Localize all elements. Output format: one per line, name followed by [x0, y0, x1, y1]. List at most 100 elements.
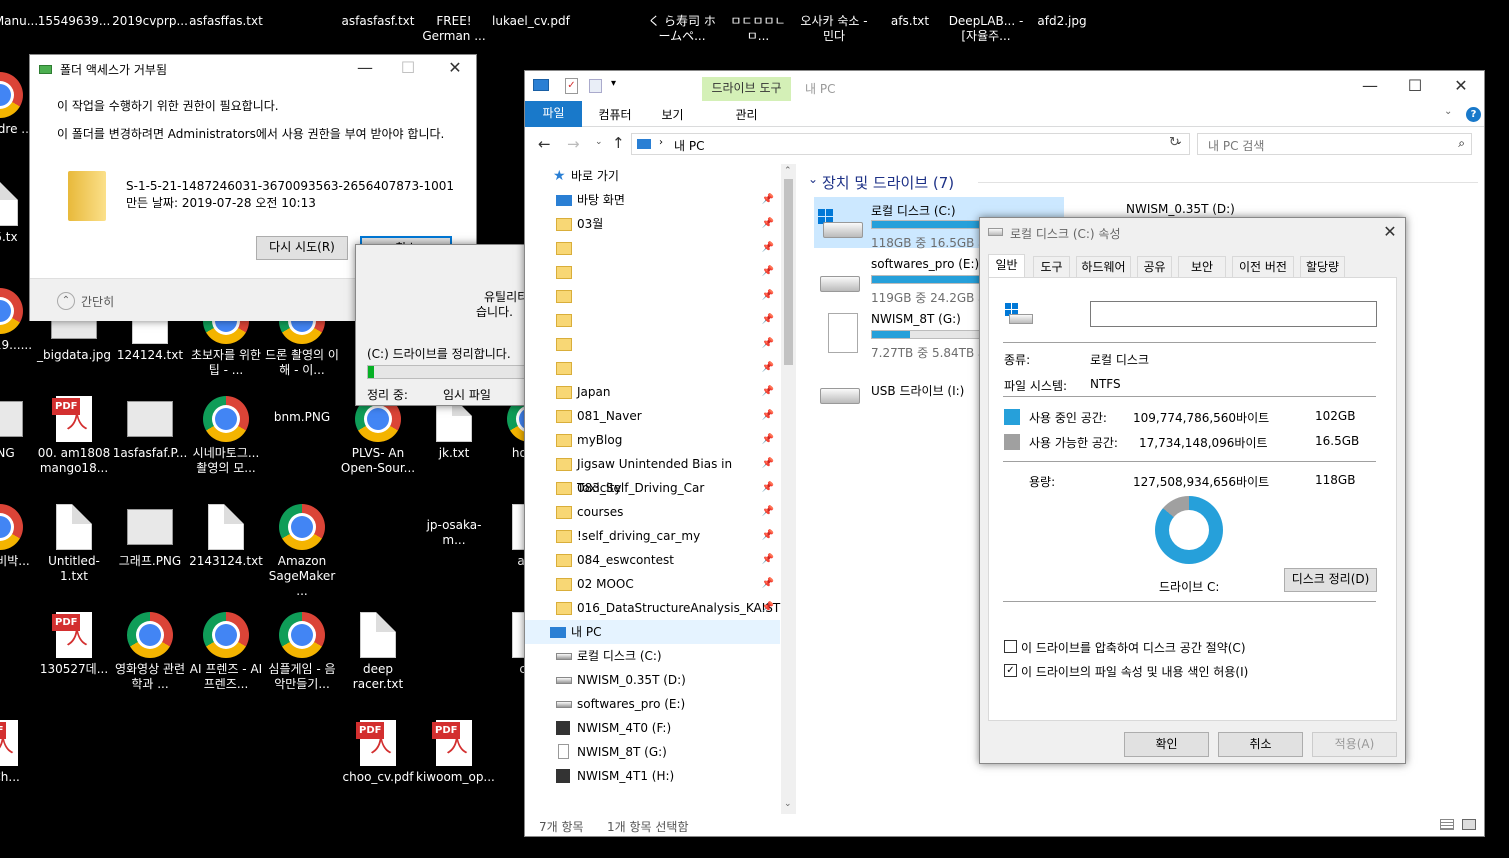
- desktop-icon[interactable]: jp-osaka-m...: [416, 518, 492, 548]
- nav-item[interactable]: 016_DataStructureAnalysis_KAIST 📌: [525, 596, 780, 620]
- properties-tab[interactable]: 하드웨어: [1076, 256, 1131, 277]
- pin-icon[interactable]: 📌: [762, 548, 774, 572]
- tab-view[interactable]: 보기: [645, 106, 700, 123]
- search-icon[interactable]: ⌕: [1458, 136, 1465, 151]
- nav-item[interactable]: 02 MOOC 📌: [525, 572, 780, 596]
- disk-cleanup-button[interactable]: 디스크 정리(D): [1284, 568, 1377, 592]
- refresh-icon[interactable]: ↻: [1169, 135, 1180, 150]
- pin-icon[interactable]: 📌: [762, 188, 774, 212]
- nav-item[interactable]: NWISM_8T (G:): [525, 740, 780, 764]
- nav-item[interactable]: 📌: [525, 356, 780, 380]
- pin-icon[interactable]: 📌: [762, 596, 774, 620]
- nav-item[interactable]: 📌: [525, 260, 780, 284]
- less-details-link[interactable]: 간단히: [81, 293, 114, 310]
- desktop-icon[interactable]: lukael_cv.pdf: [492, 14, 570, 29]
- pin-icon[interactable]: 📌: [762, 452, 774, 476]
- nav-item[interactable]: Jigsaw Unintended Bias in Toxicity 📌: [525, 452, 780, 495]
- group-header[interactable]: 장치 및 드라이브 (7): [822, 172, 954, 193]
- desktop-icon[interactable]: FREE! German ...: [416, 14, 492, 44]
- pin-icon[interactable]: 📌: [762, 356, 774, 380]
- pin-icon[interactable]: 📌: [762, 500, 774, 524]
- desktop-icon[interactable]: PLVS- An Open-Sour...: [340, 396, 416, 476]
- pin-icon[interactable]: 📌: [762, 404, 774, 428]
- desktop-icon[interactable]: 심플게임 - 음악만들기...: [264, 612, 340, 692]
- nav-item[interactable]: 084_eswcontest 📌: [525, 548, 780, 572]
- close-button[interactable]: ✕: [1446, 71, 1476, 101]
- properties-tab[interactable]: 이전 버전: [1232, 256, 1294, 277]
- scroll-thumb[interactable]: [784, 179, 793, 365]
- desktop-icon[interactable]: PDF人 s_Ch...: [0, 720, 38, 785]
- desktop-icon[interactable]: asfasffas.txt: [188, 14, 264, 29]
- desktop-icon[interactable]: 그래프.PNG: [112, 504, 188, 569]
- close-button[interactable]: ✕: [440, 53, 470, 83]
- desktop-icon[interactable]: ㅁㄷㅁㅁㄴㅁ...: [720, 14, 796, 44]
- pin-icon[interactable]: 📌: [762, 308, 774, 332]
- tab-file[interactable]: 파일: [525, 101, 582, 127]
- nav-item[interactable]: Japan 📌: [525, 380, 780, 404]
- properties-tab[interactable]: 공유: [1137, 256, 1172, 277]
- desktop-icon[interactable]: afs.txt: [872, 14, 948, 29]
- desktop-icon[interactable]: PDF 人 choo_cv.pdf: [340, 720, 416, 785]
- desktop-icon[interactable]: 시네마토그... 촬영의 모...: [188, 396, 264, 476]
- properties-tab[interactable]: 일반: [988, 254, 1025, 278]
- breadcrumb-chevron-icon[interactable]: ›: [659, 137, 663, 148]
- new-folder-icon[interactable]: [589, 79, 602, 93]
- details-view-icon[interactable]: [1440, 819, 1454, 830]
- nav-item[interactable]: courses 📌: [525, 500, 780, 524]
- nav-item[interactable]: 083_Self_Driving_Car 📌: [525, 476, 780, 500]
- desktop-icon[interactable]: afd2.jpg: [1024, 14, 1100, 29]
- nav-item[interactable]: ★ 바로 가기: [525, 164, 780, 188]
- desktop-icon[interactable]: く ら寿司 ホームペ...: [644, 14, 720, 44]
- retry-button[interactable]: 다시 시도(R): [256, 236, 348, 260]
- pin-icon[interactable]: 📌: [762, 236, 774, 260]
- nav-item[interactable]: 로컬 디스크 (C:): [525, 644, 780, 668]
- properties-icon[interactable]: ✓: [565, 78, 578, 94]
- desktop-icon[interactable]: 오사카 숙소 - 민다: [796, 14, 872, 44]
- maximize-button[interactable]: ☐: [1400, 71, 1430, 101]
- nav-item[interactable]: NWISM_0.35T (D:): [525, 668, 780, 692]
- index-checkbox[interactable]: ✓: [1004, 664, 1017, 677]
- nav-item[interactable]: 📌: [525, 308, 780, 332]
- pin-icon[interactable]: 📌: [762, 332, 774, 356]
- nav-scrollbar[interactable]: ⌃ ⌄: [781, 164, 796, 814]
- pin-icon[interactable]: 📌: [762, 260, 774, 284]
- ok-button[interactable]: 확인: [1124, 732, 1209, 757]
- close-button[interactable]: ✕: [1375, 217, 1405, 247]
- pin-icon[interactable]: 📌: [762, 284, 774, 308]
- scroll-up-icon[interactable]: ⌃: [784, 166, 792, 176]
- nav-item[interactable]: 내 PC: [525, 620, 780, 644]
- desktop-icon[interactable]: PDF 人 130527데...: [36, 612, 112, 677]
- address-bar[interactable]: › 내 PC ⌄: [631, 133, 1190, 155]
- pin-icon[interactable]: 📌: [762, 476, 774, 500]
- scroll-down-icon[interactable]: ⌄: [784, 799, 792, 809]
- desktop-icon[interactable]: PDF 人 00. am1808 mango18...: [36, 396, 112, 476]
- collapse-chevron-icon[interactable]: ⌃: [57, 292, 75, 310]
- pin-icon[interactable]: 📌: [762, 524, 774, 548]
- nav-item[interactable]: NWISM_4T1 (H:): [525, 764, 780, 788]
- minimize-button[interactable]: —: [350, 53, 380, 83]
- nav-item[interactable]: softwares_pro (E:): [525, 692, 780, 716]
- nav-item[interactable]: NWISM_4T0 (F:): [525, 716, 780, 740]
- cancel-button[interactable]: 취소: [1218, 732, 1303, 757]
- up-arrow-icon[interactable]: ↑: [612, 134, 625, 152]
- quick-access-dropdown-icon[interactable]: ▾: [611, 78, 616, 89]
- drive-label-input[interactable]: [1090, 301, 1377, 327]
- pin-icon[interactable]: 📌: [762, 572, 774, 596]
- desktop-icon[interactable]: 2143124.txt: [188, 504, 264, 569]
- group-collapse-icon[interactable]: ⌄: [808, 172, 818, 186]
- nav-item[interactable]: 081_Naver 📌: [525, 404, 780, 428]
- minimize-button[interactable]: —: [1355, 71, 1385, 101]
- desktop-icon[interactable]: Amazon SageMaker ...: [264, 504, 340, 599]
- desktop-icon[interactable]: PDF 人 kiwoom_op...: [416, 720, 495, 785]
- tab-computer[interactable]: 컴퓨터: [585, 106, 645, 123]
- help-icon[interactable]: ?: [1466, 107, 1481, 122]
- desktop-icon[interactable]: 15549639...: [36, 14, 112, 29]
- properties-tab[interactable]: 할당량: [1300, 256, 1345, 277]
- desktop-icon[interactable]: 영화영상 관련학과 ...: [112, 612, 188, 692]
- pin-icon[interactable]: 📌: [762, 212, 774, 236]
- nav-item[interactable]: !self_driving_car_my 📌: [525, 524, 780, 548]
- nav-item[interactable]: myBlog 📌: [525, 428, 780, 452]
- breadcrumb[interactable]: 내 PC: [674, 137, 704, 154]
- desktop-icon[interactable]: 자를 비박...: [0, 504, 38, 569]
- nav-item[interactable]: 📌: [525, 236, 780, 260]
